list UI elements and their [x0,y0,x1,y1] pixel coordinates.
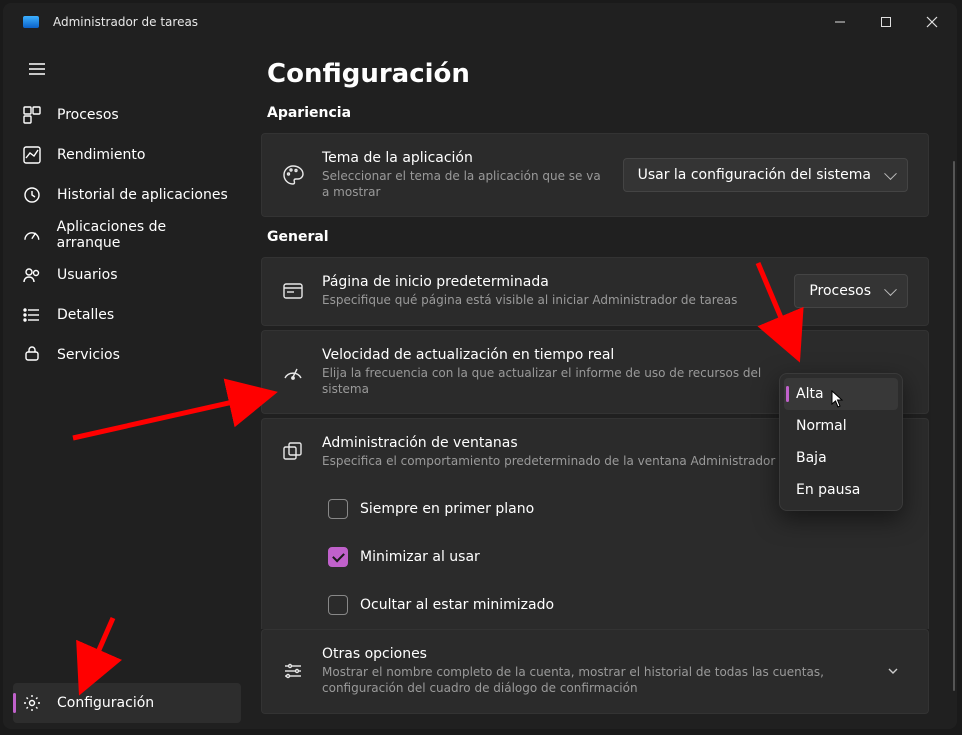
gear-icon [23,694,41,712]
windows-icon [282,441,304,463]
card-desc: Mostrar el nombre completo de la cuenta,… [322,664,860,696]
minimize-button[interactable] [817,6,863,38]
sidebar: Procesos Rendimiento Historial de aplica… [3,41,251,729]
services-icon [23,346,41,364]
sidebar-item-history[interactable]: Historial de aplicaciones [13,175,241,215]
sidebar-item-startup[interactable]: Aplicaciones de arranque [13,215,241,255]
dropdown-option-alta[interactable]: Alta [784,378,898,410]
sidebar-item-label: Procesos [57,107,119,123]
card-default-page: Página de inicio predeterminada Especifi… [261,257,929,325]
checkbox-label: Ocultar al estar minimizado [360,597,554,613]
chart-icon [23,146,41,164]
dropdown-option-normal[interactable]: Normal [784,410,898,442]
close-button[interactable] [909,6,955,38]
select-value: Usar la configuración del sistema [638,167,871,183]
card-app-theme: Tema de la aplicación Seleccionar el tem… [261,133,929,217]
speedometer-icon [282,361,304,383]
dropdown-option-baja[interactable]: Baja [784,442,898,474]
card-title: Velocidad de actualización en tiempo rea… [322,347,770,363]
card-title: Otras opciones [322,646,860,662]
sidebar-item-services[interactable]: Servicios [13,335,241,375]
page-icon [282,280,304,302]
task-manager-window: Administrador de tareas Procesos [3,3,957,729]
gauge-icon [23,226,41,244]
card-desc: Elija la frecuencia con la que actualiza… [322,365,770,397]
sub-hide-when-min: Ocultar al estar minimizado [261,581,929,629]
chevron-down-icon [878,656,908,686]
sidebar-item-users[interactable]: Usuarios [13,255,241,295]
hamburger-button[interactable] [17,51,57,87]
checkbox-hide-when-min[interactable] [328,595,348,615]
checkbox-minimize-on-use[interactable] [328,547,348,567]
titlebar: Administrador de tareas [3,3,957,41]
section-general: General [267,229,929,245]
history-icon [23,186,41,204]
dropdown-option-enpausa[interactable]: En pausa [784,474,898,506]
maximize-button[interactable] [863,6,909,38]
default-page-select[interactable]: Procesos [794,274,908,308]
checkbox-always-on-top[interactable] [328,499,348,519]
sidebar-item-details[interactable]: Detalles [13,295,241,335]
sidebar-item-label: Usuarios [57,267,118,283]
sidebar-item-label: Rendimiento [57,147,145,163]
grid-icon [23,106,41,124]
sidebar-item-label: Servicios [57,347,120,363]
select-value: Procesos [809,283,871,299]
users-icon [23,266,41,284]
page-title: Configuración [267,59,929,89]
sidebar-item-label: Historial de aplicaciones [57,187,228,203]
sidebar-item-label: Configuración [57,695,154,711]
checkbox-label: Minimizar al usar [360,549,480,565]
card-title: Tema de la aplicación [322,150,605,166]
card-desc: Especifique qué página está visible al i… [322,292,776,308]
sidebar-item-label: Detalles [57,307,114,323]
sidebar-item-processes[interactable]: Procesos [13,95,241,135]
section-appearance: Apariencia [267,105,929,121]
theme-select[interactable]: Usar la configuración del sistema [623,158,908,192]
card-other-options[interactable]: Otras opciones Mostrar el nombre complet… [261,629,929,713]
refresh-rate-dropdown: Alta Normal Baja En pausa [779,373,903,511]
sub-minimize-on-use: Minimizar al usar [261,533,929,581]
checkbox-label: Siempre en primer plano [360,501,534,517]
sidebar-item-performance[interactable]: Rendimiento [13,135,241,175]
list-icon [23,306,41,324]
palette-icon [282,164,304,186]
sidebar-item-label: Aplicaciones de arranque [57,219,231,251]
sidebar-item-settings[interactable]: Configuración [13,683,241,723]
card-title: Página de inicio predeterminada [322,274,776,290]
app-title: Administrador de tareas [53,15,198,29]
scrollbar[interactable] [953,161,955,691]
card-desc: Seleccionar el tema de la aplicación que… [322,168,605,200]
sliders-icon [282,660,304,682]
app-icon [23,16,39,28]
